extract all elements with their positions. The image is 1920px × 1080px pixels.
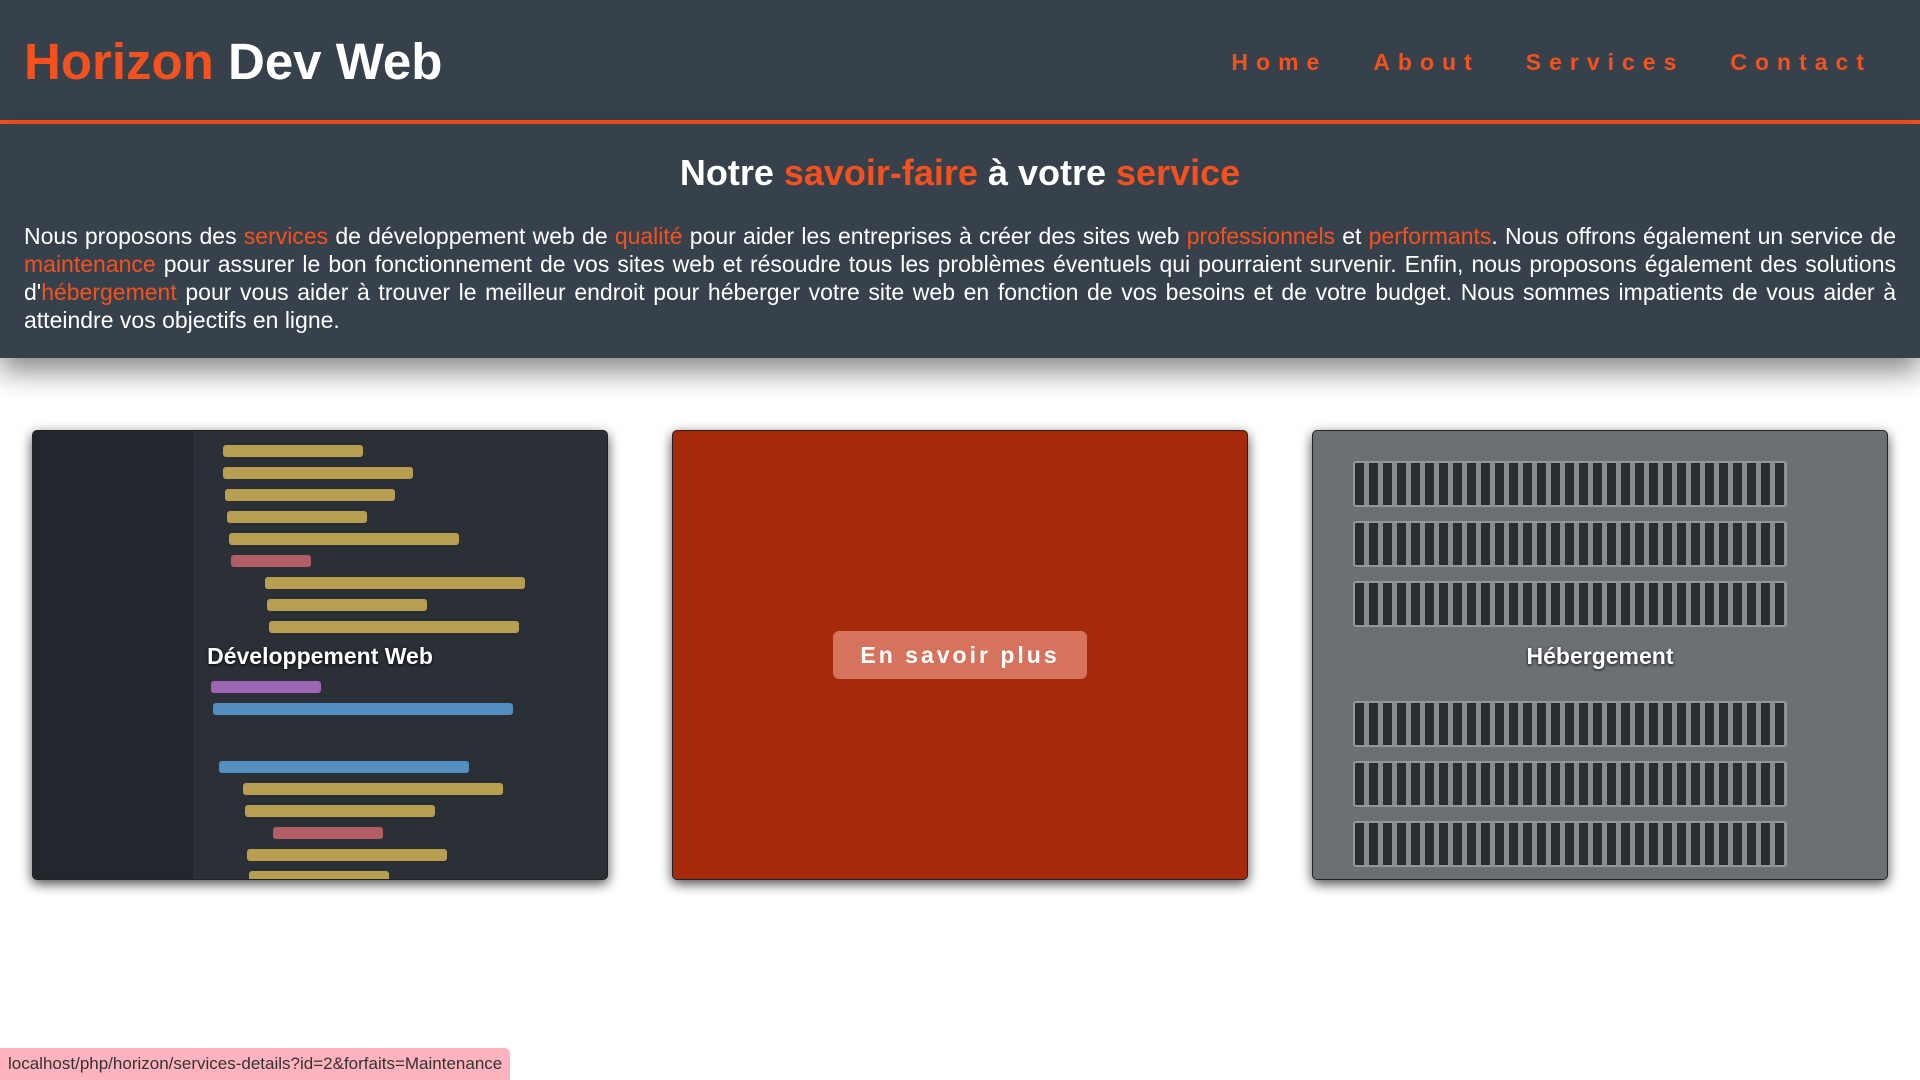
intro-section: Notre savoir-faire à votre service Nous … bbox=[0, 124, 1920, 358]
intro-title: Notre savoir-faire à votre service bbox=[0, 151, 1920, 195]
intro-paragraph: Nous proposons des services de développe… bbox=[24, 222, 1896, 334]
code-line bbox=[265, 577, 525, 589]
card-title: Hébergement bbox=[1526, 643, 1674, 669]
site-header: Horizon Dev Web Home About Services Cont… bbox=[0, 0, 1920, 124]
code-line bbox=[213, 703, 513, 715]
code-line bbox=[229, 533, 459, 545]
server-rack bbox=[1353, 821, 1787, 867]
text-highlight: services bbox=[243, 223, 329, 249]
server-rack bbox=[1353, 761, 1787, 807]
server-rack bbox=[1353, 581, 1787, 627]
text-highlight: qualité bbox=[614, 223, 683, 249]
nav-about-link[interactable]: About bbox=[1373, 42, 1479, 82]
text-part: Nous proposons des bbox=[24, 223, 244, 249]
code-line bbox=[267, 599, 427, 611]
code-line bbox=[227, 511, 367, 523]
code-line bbox=[223, 467, 413, 479]
text-part: . Nous offrons également un service de bbox=[1491, 223, 1896, 249]
text-part: pour aider les entreprises à créer des s… bbox=[682, 223, 1187, 249]
text-highlight: maintenance bbox=[24, 251, 156, 277]
code-line bbox=[223, 445, 363, 457]
code-line bbox=[247, 849, 447, 861]
title-highlight: savoir-faire bbox=[783, 152, 978, 193]
code-line bbox=[211, 681, 321, 693]
service-card-maintenance[interactable]: En savoir plus bbox=[672, 430, 1248, 880]
title-part: à votre bbox=[977, 152, 1117, 193]
code-line bbox=[219, 761, 469, 773]
server-rack bbox=[1353, 461, 1787, 507]
code-line bbox=[249, 871, 389, 879]
nav-services-link[interactable]: Services bbox=[1526, 42, 1685, 82]
logo-text: Dev Web bbox=[213, 33, 443, 90]
code-line bbox=[245, 805, 435, 817]
server-rack bbox=[1353, 701, 1787, 747]
code-line bbox=[231, 555, 311, 567]
server-rack bbox=[1353, 521, 1787, 567]
nav-contact-link[interactable]: Contact bbox=[1730, 42, 1872, 82]
browser-status-bar: localhost/php/horizon/services-details?i… bbox=[0, 1048, 511, 1080]
learn-more-button[interactable]: En savoir plus bbox=[833, 631, 1087, 679]
text-highlight: performants bbox=[1368, 223, 1492, 249]
main-nav: Home About Services Contact bbox=[1231, 42, 1872, 82]
title-highlight: service bbox=[1116, 152, 1241, 193]
service-card-development[interactable]: Développement Web bbox=[32, 430, 608, 880]
text-part: de développement web de bbox=[328, 223, 615, 249]
card-title: Développement Web bbox=[207, 643, 433, 669]
text-part: et bbox=[1335, 223, 1369, 249]
service-card-hosting[interactable]: Hébergement bbox=[1312, 430, 1888, 880]
nav-home-link[interactable]: Home bbox=[1231, 42, 1327, 82]
code-line bbox=[243, 783, 503, 795]
code-line bbox=[225, 489, 395, 501]
title-part: Notre bbox=[679, 152, 784, 193]
text-part: pour vous aider à trouver le meilleur en… bbox=[24, 279, 1896, 333]
text-highlight: professionnels bbox=[1186, 223, 1336, 249]
text-highlight: hébergement bbox=[41, 279, 177, 305]
code-line bbox=[269, 621, 519, 633]
code-line bbox=[273, 827, 383, 839]
logo-accent-text: Horizon bbox=[24, 33, 214, 90]
site-logo[interactable]: Horizon Dev Web bbox=[24, 28, 442, 96]
